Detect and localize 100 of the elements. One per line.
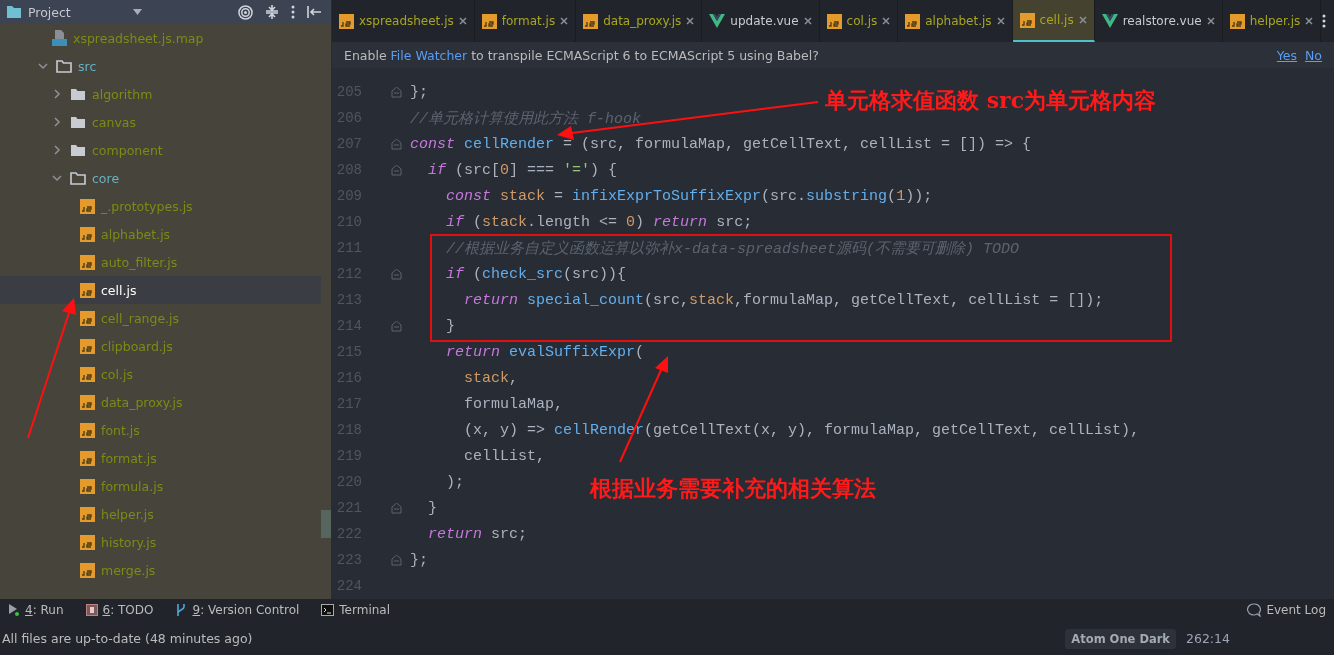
tree-item[interactable]: src	[0, 52, 321, 80]
file-name: auto_filter.js	[101, 254, 178, 270]
tree-item[interactable]: merge.js	[0, 556, 321, 584]
fold-marker-icon[interactable]	[391, 320, 402, 332]
tree-item[interactable]: format.js	[0, 444, 321, 472]
tree-item[interactable]: cell_range.js	[0, 304, 321, 332]
tree-item[interactable]: history.js	[0, 528, 321, 556]
tree-item[interactable]: component	[0, 136, 321, 164]
js-file-icon	[80, 534, 95, 550]
tree-item[interactable]: formula.js	[0, 472, 321, 500]
fold-marker-icon[interactable]	[391, 164, 402, 176]
tree-item[interactable]: xspreadsheet.js.map	[0, 24, 321, 52]
chevron-right-icon[interactable]	[52, 89, 62, 99]
close-icon[interactable]	[458, 17, 467, 25]
code-line: };	[410, 83, 428, 101]
folder-icon	[70, 171, 86, 185]
banner-action-link[interactable]: Yes	[1276, 47, 1297, 63]
js-file-icon	[80, 282, 95, 298]
code-line: return evalSuffixExpr(	[445, 343, 645, 361]
close-icon[interactable]	[803, 17, 812, 25]
close-icon[interactable]	[1305, 17, 1314, 25]
json-file-icon	[52, 30, 67, 46]
tree-item[interactable]: _.prototypes.js	[0, 192, 321, 220]
code-line: //单元格计算使用此方法 f-hook	[410, 109, 641, 128]
chevron-right-icon[interactable]	[52, 117, 62, 127]
file-name: _.prototypes.js	[101, 198, 193, 214]
file-name: component	[92, 142, 163, 158]
chevron-down-icon[interactable]	[38, 61, 48, 71]
code-line: const stack = infixExprToSuffixExpr(src.substring(1));	[445, 187, 933, 205]
target-icon[interactable]	[238, 4, 253, 20]
fold-marker-icon[interactable]	[391, 502, 402, 514]
folder-icon	[56, 59, 72, 73]
panel-title[interactable]: Project	[28, 4, 71, 20]
tree-item[interactable]: font.js	[0, 416, 321, 444]
close-icon[interactable]	[1078, 16, 1087, 24]
close-icon[interactable]	[996, 17, 1005, 25]
file-name: algorithm	[92, 86, 153, 102]
folder-icon	[6, 5, 22, 19]
more-icon[interactable]	[1322, 14, 1326, 28]
selected-tree-item[interactable]: cell.js	[0, 276, 321, 304]
tree-item[interactable]: col.js	[0, 360, 321, 388]
tree-item[interactable]: auto_filter.js	[0, 248, 321, 276]
annotation-text: 根据业务需要补充的相关算法	[590, 474, 876, 503]
folder-icon	[70, 115, 86, 129]
fold-marker-icon[interactable]	[391, 268, 402, 280]
editor-tab[interactable]: cell.js	[1012, 0, 1095, 42]
tool-window-button[interactable]: Terminal	[321, 603, 391, 617]
code-line: }	[445, 317, 455, 335]
more-icon[interactable]	[291, 5, 295, 19]
js-file-icon	[80, 478, 95, 494]
cursor-position[interactable]: 262:14	[1186, 631, 1230, 646]
file-name: merge.js	[101, 562, 156, 578]
tool-window-button[interactable]: 9: Version Control	[175, 603, 300, 617]
chevron-down-icon[interactable]	[52, 173, 62, 183]
code-line: if (stack.length <= 0) return src;	[445, 213, 753, 231]
file-name: history.js	[101, 534, 157, 550]
collapse-icon[interactable]	[265, 5, 279, 19]
banner-action-link[interactable]: No	[1305, 47, 1322, 63]
file-name: canvas	[92, 114, 137, 130]
chevron-right-icon[interactable]	[52, 145, 62, 155]
tree-item[interactable]: canvas	[0, 108, 321, 136]
scrollbar-thumb[interactable]	[321, 510, 331, 538]
js-file-icon	[80, 506, 95, 522]
file-name: helper.js	[101, 506, 154, 522]
js-file-icon	[80, 394, 95, 410]
fold-marker-icon[interactable]	[391, 554, 402, 566]
file-name: format.js	[101, 450, 157, 466]
tree-item[interactable]: data_proxy.js	[0, 388, 321, 416]
code-line: }	[427, 499, 437, 517]
code-line: formulaMap,	[463, 395, 564, 413]
status-message: All files are up-to-date (48 minutes ago)	[2, 631, 253, 646]
vue-file-icon	[709, 14, 726, 28]
tree-item[interactable]: clipboard.js	[0, 332, 321, 360]
close-icon[interactable]	[882, 17, 891, 25]
annotation-text: 单元格求值函数 src为单元格内容	[825, 86, 1157, 115]
tree-item[interactable]: alphabet.js	[0, 220, 321, 248]
code-line: //根据业务自定义函数运算以弥补x-data-spreadsheet源码(不需要可删除) TODO	[445, 239, 1020, 258]
js-file-icon	[80, 254, 95, 270]
tool-window-button[interactable]: 4: Run	[8, 603, 64, 617]
file-watcher-link[interactable]: File Watcher	[390, 47, 468, 63]
tree-item[interactable]: algorithm	[0, 80, 321, 108]
tree-item[interactable]: core	[0, 164, 321, 192]
close-icon[interactable]	[560, 17, 569, 25]
caret-icon[interactable]	[132, 9, 142, 15]
fold-marker-icon[interactable]	[391, 86, 402, 98]
tree-item[interactable]: helper.js	[0, 500, 321, 528]
event-log-button[interactable]: Event Log	[1247, 603, 1326, 617]
theme-label[interactable]: Atom One Dark	[1065, 628, 1176, 649]
run-icon	[8, 604, 20, 616]
terminal-icon	[321, 604, 335, 616]
close-icon[interactable]	[686, 17, 695, 25]
js-file-icon	[80, 338, 95, 354]
tool-window-button[interactable]: 6: TODO	[85, 603, 154, 617]
file-name: cell.js	[101, 282, 137, 298]
vue-file-icon	[1101, 14, 1118, 28]
file-name: font.js	[101, 422, 140, 438]
close-icon[interactable]	[1206, 17, 1215, 25]
folder-icon	[70, 143, 86, 157]
fold-marker-icon[interactable]	[391, 138, 402, 150]
hide-panel-icon[interactable]	[307, 6, 321, 18]
